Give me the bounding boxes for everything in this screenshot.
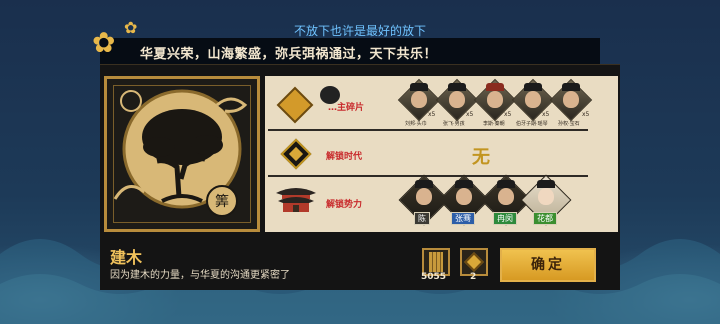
fragment-figure-count: x5 (466, 111, 474, 118)
confirm-button[interactable]: 确定 (500, 248, 596, 282)
era-label: 解锁时代 (326, 152, 363, 162)
row-divider (268, 175, 588, 177)
forces-label: 解锁势力 (326, 200, 363, 210)
emblem-glyph: 筭 (215, 194, 229, 210)
palace-icon (276, 188, 316, 212)
era-value: 无 (472, 147, 490, 168)
row-divider (268, 129, 588, 131)
fragment-figure-name: 刘邦·头巾 (405, 121, 427, 127)
emblem-card: 筭 (104, 76, 260, 232)
fragment-figure-name: 李斯·秦朝 (483, 121, 505, 127)
fragment-figure-count: x5 (582, 111, 590, 118)
fragment-figure-count: x5 (504, 111, 512, 118)
force-leader-tag: 花都 (533, 212, 557, 225)
fragments-label: …主碎片 (328, 103, 365, 113)
resource-value: 2 (470, 272, 477, 282)
bamboo-scroll-icon (429, 252, 443, 272)
announcement-text: 华夏兴荣，山海繁盛，弥兵弭祸通过，天下共乐！ (140, 47, 438, 62)
force-leader-tag: 陈 (414, 212, 430, 225)
jianmu-tree-icon: 筭 (113, 89, 248, 217)
fragment-figure-count: x5 (542, 111, 550, 118)
force-leader-tag: 张骞 (451, 212, 475, 225)
fragment-figure-name: 张飞·男孩 (443, 121, 465, 127)
flower-icon: ✿ (92, 26, 116, 59)
fragment-figure-count: x5 (428, 111, 436, 118)
fragment-figure-name: 伯牙子期·瑶琴 (516, 121, 548, 127)
force-leader-tag: 冉闵 (493, 212, 517, 225)
fragment-figure-name: 孙权·宝石 (558, 121, 580, 127)
card-title: 建木 (110, 248, 143, 267)
resource-value: 5055 (421, 272, 447, 282)
card-description: 因为建木的力量，与华夏的沟通更紧密了 (110, 270, 290, 281)
flower-icon-small: ✿ (124, 18, 138, 37)
